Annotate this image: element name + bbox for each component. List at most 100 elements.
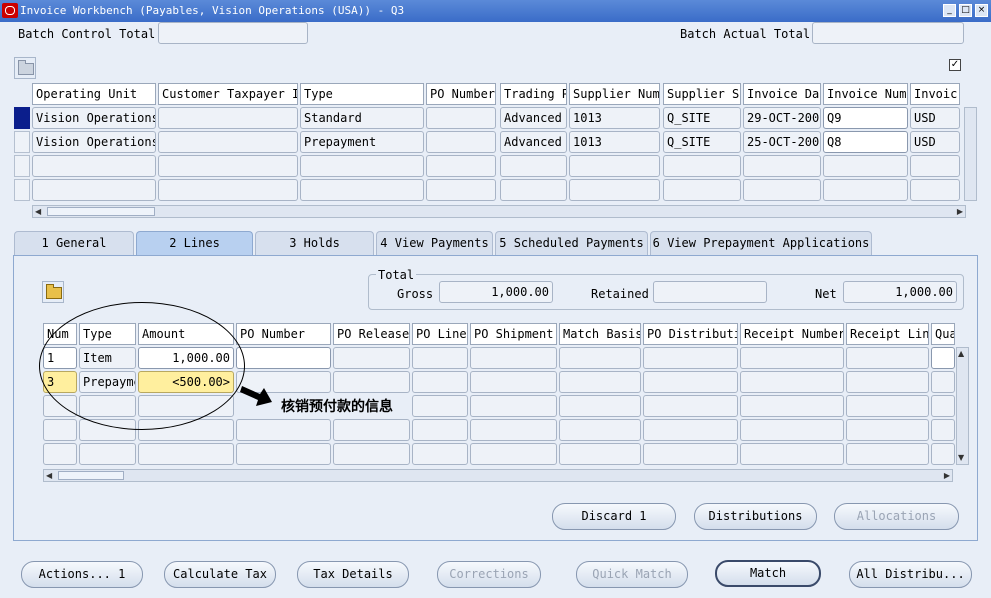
empty-cell[interactable]	[412, 395, 468, 417]
tab-scheduled-payments[interactable]: 5 Scheduled Payments	[495, 231, 648, 255]
invoice-checkbox[interactable]: ✓	[949, 59, 961, 71]
cell-customer-taxpayer[interactable]	[158, 107, 298, 129]
lines-vertical-scrollbar[interactable]: ▲ ▼	[956, 347, 969, 465]
empty-cell[interactable]	[333, 443, 410, 465]
empty-cell[interactable]	[643, 371, 738, 393]
col-po-shipment[interactable]: PO Shipment	[470, 323, 557, 345]
batch-control-total-field[interactable]	[158, 22, 308, 44]
invoice-vertical-scrollbar[interactable]	[964, 107, 977, 201]
cell-po-number[interactable]	[236, 347, 331, 369]
empty-cell[interactable]	[740, 347, 844, 369]
col-match-basis[interactable]: Match Basis	[559, 323, 641, 345]
cell-supplier-num[interactable]: 1013	[569, 107, 660, 129]
cell-customer-taxpayer[interactable]	[158, 131, 298, 153]
empty-cell[interactable]	[823, 155, 908, 177]
col-receipt-number[interactable]: Receipt Number	[740, 323, 844, 345]
empty-cell[interactable]	[32, 155, 156, 177]
empty-cell[interactable]	[663, 155, 741, 177]
empty-cell[interactable]	[43, 443, 77, 465]
col-po-line[interactable]: PO Line	[412, 323, 468, 345]
empty-cell[interactable]	[740, 395, 844, 417]
col-type[interactable]: Type	[300, 83, 424, 105]
cell-po-number[interactable]	[426, 107, 496, 129]
empty-cell[interactable]	[470, 419, 557, 441]
match-button[interactable]: Match	[715, 560, 821, 587]
empty-cell[interactable]	[236, 443, 331, 465]
tab-view-payments[interactable]: 4 View Payments	[376, 231, 493, 255]
tab-lines[interactable]: 2 Lines	[136, 231, 253, 255]
col-receipt-line[interactable]: Receipt Lin	[846, 323, 929, 345]
empty-cell[interactable]	[500, 179, 567, 201]
empty-cell[interactable]	[138, 443, 234, 465]
empty-cell[interactable]	[300, 155, 424, 177]
cell-trading-partner[interactable]: Advanced	[500, 107, 567, 129]
empty-cell[interactable]	[931, 347, 955, 369]
empty-cell[interactable]	[158, 155, 298, 177]
empty-cell[interactable]	[846, 443, 929, 465]
col-supplier-site[interactable]: Supplier S	[663, 83, 741, 105]
empty-cell[interactable]	[846, 371, 929, 393]
empty-cell[interactable]	[643, 395, 738, 417]
empty-cell[interactable]	[643, 347, 738, 369]
scroll-left-icon[interactable]: ◀	[46, 471, 52, 481]
empty-cell[interactable]	[559, 443, 641, 465]
row-selector[interactable]	[14, 179, 30, 201]
lines-horizontal-scrollbar[interactable]: ◀ ▶	[43, 469, 953, 482]
close-icon[interactable]: ×	[975, 4, 988, 17]
empty-cell[interactable]	[333, 419, 410, 441]
empty-cell[interactable]	[559, 419, 641, 441]
empty-cell[interactable]	[412, 371, 468, 393]
empty-cell[interactable]	[931, 419, 955, 441]
empty-cell[interactable]	[931, 371, 955, 393]
empty-cell[interactable]	[79, 443, 136, 465]
tab-holds[interactable]: 3 Holds	[255, 231, 374, 255]
empty-cell[interactable]	[559, 395, 641, 417]
empty-cell[interactable]	[470, 371, 557, 393]
empty-cell[interactable]	[823, 179, 908, 201]
quick-match-button[interactable]: Quick Match	[576, 561, 688, 588]
empty-cell[interactable]	[910, 155, 960, 177]
col-supplier-num[interactable]: Supplier Num	[569, 83, 660, 105]
empty-cell[interactable]	[740, 419, 844, 441]
empty-cell[interactable]	[470, 443, 557, 465]
scroll-right-icon[interactable]: ▶	[957, 207, 963, 217]
tax-details-button[interactable]: Tax Details	[297, 561, 409, 588]
empty-cell[interactable]	[32, 179, 156, 201]
empty-cell[interactable]	[43, 419, 77, 441]
col-po-number[interactable]: PO Number	[426, 83, 496, 105]
cell-invoice-currency[interactable]: USD	[910, 131, 960, 153]
calculate-tax-button[interactable]: Calculate Tax	[164, 561, 276, 588]
tab-general[interactable]: 1 General	[14, 231, 134, 255]
cell-invoice-date[interactable]: 25-OCT-2009	[743, 131, 821, 153]
empty-cell[interactable]	[500, 155, 567, 177]
empty-cell[interactable]	[643, 443, 738, 465]
col-invoice-date[interactable]: Invoice Da	[743, 83, 821, 105]
col-quantity[interactable]: Qua	[931, 323, 955, 345]
cell-invoice-num[interactable]: Q9	[823, 107, 908, 129]
empty-cell[interactable]	[569, 155, 660, 177]
empty-cell[interactable]	[931, 443, 955, 465]
minimize-icon[interactable]: _	[943, 4, 956, 17]
cell-operating-unit[interactable]: Vision Operations	[32, 131, 156, 153]
all-distributions-button[interactable]: All Distribu...	[849, 561, 972, 588]
allocations-button[interactable]: Allocations	[834, 503, 959, 530]
cell-supplier-num[interactable]: 1013	[569, 131, 660, 153]
empty-cell[interactable]	[236, 419, 331, 441]
empty-cell[interactable]	[931, 395, 955, 417]
retained-field[interactable]	[653, 281, 767, 303]
cell-type[interactable]: Prepayment	[300, 131, 424, 153]
row-selector[interactable]	[14, 155, 30, 177]
empty-cell[interactable]	[740, 443, 844, 465]
empty-cell[interactable]	[743, 155, 821, 177]
col-trading-partner[interactable]: Trading P	[500, 83, 567, 105]
empty-cell[interactable]	[426, 179, 496, 201]
empty-cell[interactable]	[470, 395, 557, 417]
empty-cell[interactable]	[158, 179, 298, 201]
folder-tools-button[interactable]	[14, 57, 36, 79]
empty-cell[interactable]	[743, 179, 821, 201]
cell-trading-partner[interactable]: Advanced	[500, 131, 567, 153]
net-field[interactable]: 1,000.00	[843, 281, 957, 303]
empty-cell[interactable]	[643, 419, 738, 441]
empty-cell[interactable]	[333, 347, 410, 369]
col-po-number[interactable]: PO Number	[236, 323, 331, 345]
